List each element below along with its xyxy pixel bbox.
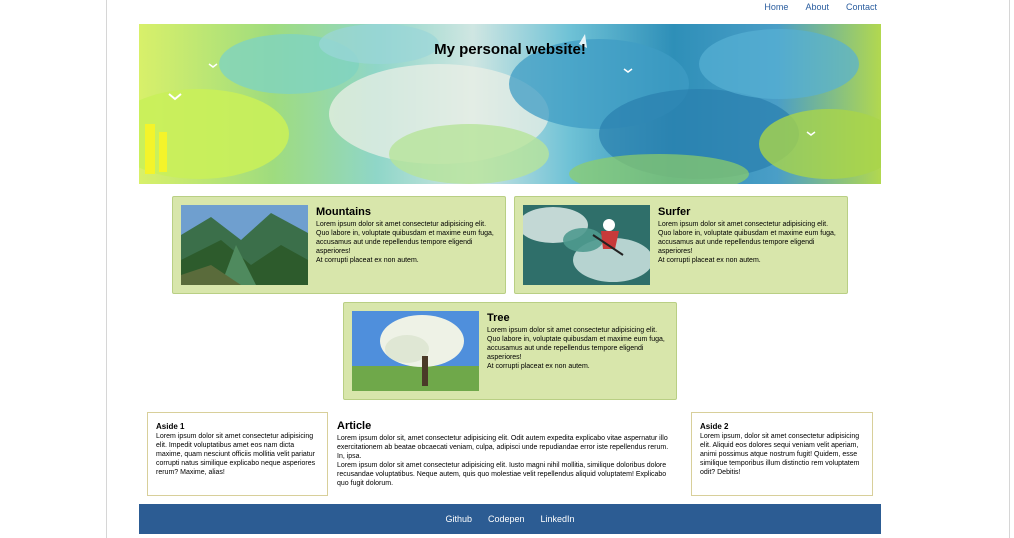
card-tree: Tree Lorem ipsum dolor sit amet consecte… [343,302,677,400]
aside-title: Aside 2 [700,422,729,431]
card-mountains: Mountains Lorem ipsum dolor sit amet con… [172,196,506,294]
footer-linkedin-link[interactable]: LinkedIn [541,514,575,524]
card-paragraph: At corrupti placeat ex non autem. [316,257,419,264]
card-paragraph: Lorem ipsum dolor sit amet consectetur a… [487,327,665,361]
article-paragraph: Lorem ipsum dolor sit, amet consectetur … [337,435,669,460]
card-paragraph: Lorem ipsum dolor sit amet consectetur a… [658,221,836,255]
footer-github-link[interactable]: Github [445,514,472,524]
aside-text: Lorem ipsum, dolor sit amet consectetur … [700,433,860,476]
article-title: Article [337,420,372,432]
aside-text: Lorem ipsum dolor sit amet consectetur a… [156,433,316,476]
main-article: Article Lorem ipsum dolor sit, amet cons… [337,420,673,488]
aside-2: Aside 2 Lorem ipsum, dolor sit amet cons… [691,412,873,496]
aside-1: Aside 1 Lorem ipsum dolor sit amet conse… [147,412,328,496]
card-title: Surfer [658,206,691,218]
card-surfer: Surfer Lorem ipsum dolor sit amet consec… [514,196,848,294]
card-title: Tree [487,312,510,324]
article-paragraph: Lorem ipsum dolor sit amet consectetur a… [337,462,667,487]
card-paragraph: At corrupti placeat ex non autem. [658,257,761,264]
nav-contact-link[interactable]: Contact [846,2,877,12]
nav-about-link[interactable]: About [805,2,829,12]
site-title: My personal website! [434,41,586,58]
hero-banner: My personal website! [139,24,881,184]
card-text: Lorem ipsum dolor sit amet consectetur a… [316,220,498,265]
card-title: Mountains [316,206,371,218]
aside-title: Aside 1 [156,422,185,431]
footer: Github Codepen LinkedIn [139,504,881,534]
card-text: Lorem ipsum dolor sit amet consectetur a… [658,220,840,265]
card-paragraph: At corrupti placeat ex non autem. [487,363,590,370]
footer-codepen-link[interactable]: Codepen [488,514,525,524]
mountains-image [181,205,308,285]
card-text: Lorem ipsum dolor sit amet consectetur a… [487,326,669,371]
tree-image [352,311,479,391]
top-navigation: Home About Contact [747,2,877,12]
surfer-image [523,205,650,285]
card-paragraph: Lorem ipsum dolor sit amet consectetur a… [316,221,494,255]
nav-home-link[interactable]: Home [764,2,788,12]
